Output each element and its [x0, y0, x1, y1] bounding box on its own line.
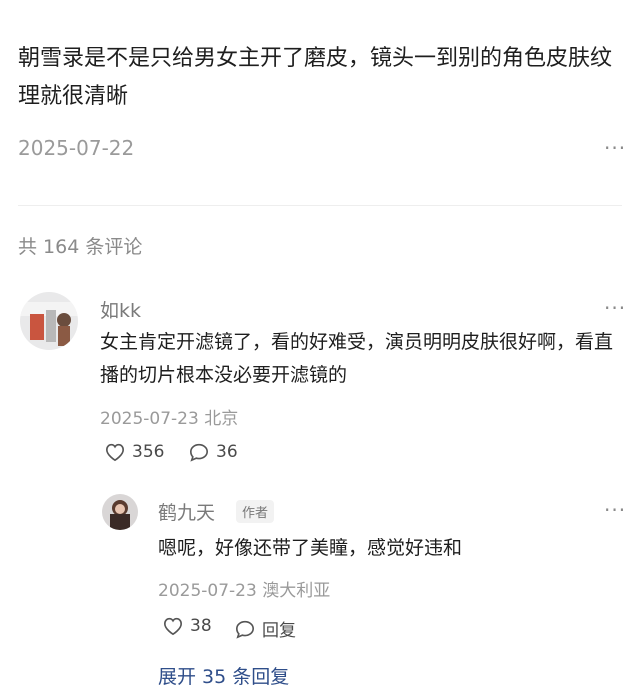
- like-count: 356: [132, 442, 165, 462]
- reply-count-button[interactable]: 36: [188, 442, 238, 462]
- reply-meta: 2025-07-23 澳大利亚: [158, 581, 331, 601]
- avatar[interactable]: [20, 292, 78, 350]
- reply-author[interactable]: 鹤九天: [158, 498, 215, 525]
- expand-replies-link[interactable]: 展开 35 条回复: [158, 662, 289, 689]
- heart-icon: [105, 443, 125, 462]
- comment-more-icon[interactable]: ···: [604, 296, 626, 320]
- reply-label: 回复: [262, 621, 296, 641]
- comment-icon: [189, 443, 209, 462]
- comment-icon: [235, 620, 255, 639]
- reply-more-icon[interactable]: ···: [604, 498, 626, 522]
- heart-icon: [163, 617, 183, 636]
- reply-count: 36: [216, 442, 238, 462]
- post-date: 2025-07-22: [18, 136, 135, 160]
- reply-button[interactable]: 回复: [234, 616, 296, 641]
- comment-count: 共 164 条评论: [18, 236, 143, 258]
- comment-meta: 2025-07-23 北京: [100, 409, 239, 429]
- post-text: 朝雪录是不是只给男女主开了磨皮，镜头一到别的角色皮肤纹理就很清晰: [18, 46, 613, 109]
- post-more-icon[interactable]: ···: [604, 136, 626, 160]
- comment-text: 女主肯定开滤镜了，看的好难受，演员明明皮肤很好啊，看直播的切片根本没必要开滤镜的: [100, 331, 614, 386]
- comment-author[interactable]: 如kk: [100, 296, 141, 323]
- reply-like-count: 38: [190, 616, 212, 636]
- author-badge: 作者: [236, 500, 275, 523]
- reply-like-button[interactable]: 38: [162, 616, 212, 636]
- reply-avatar[interactable]: [102, 494, 138, 530]
- reply-text: 嗯呢，好像还带了美瞳，感觉好违和: [158, 537, 463, 559]
- divider: [18, 205, 622, 206]
- like-button[interactable]: 356: [104, 442, 164, 462]
